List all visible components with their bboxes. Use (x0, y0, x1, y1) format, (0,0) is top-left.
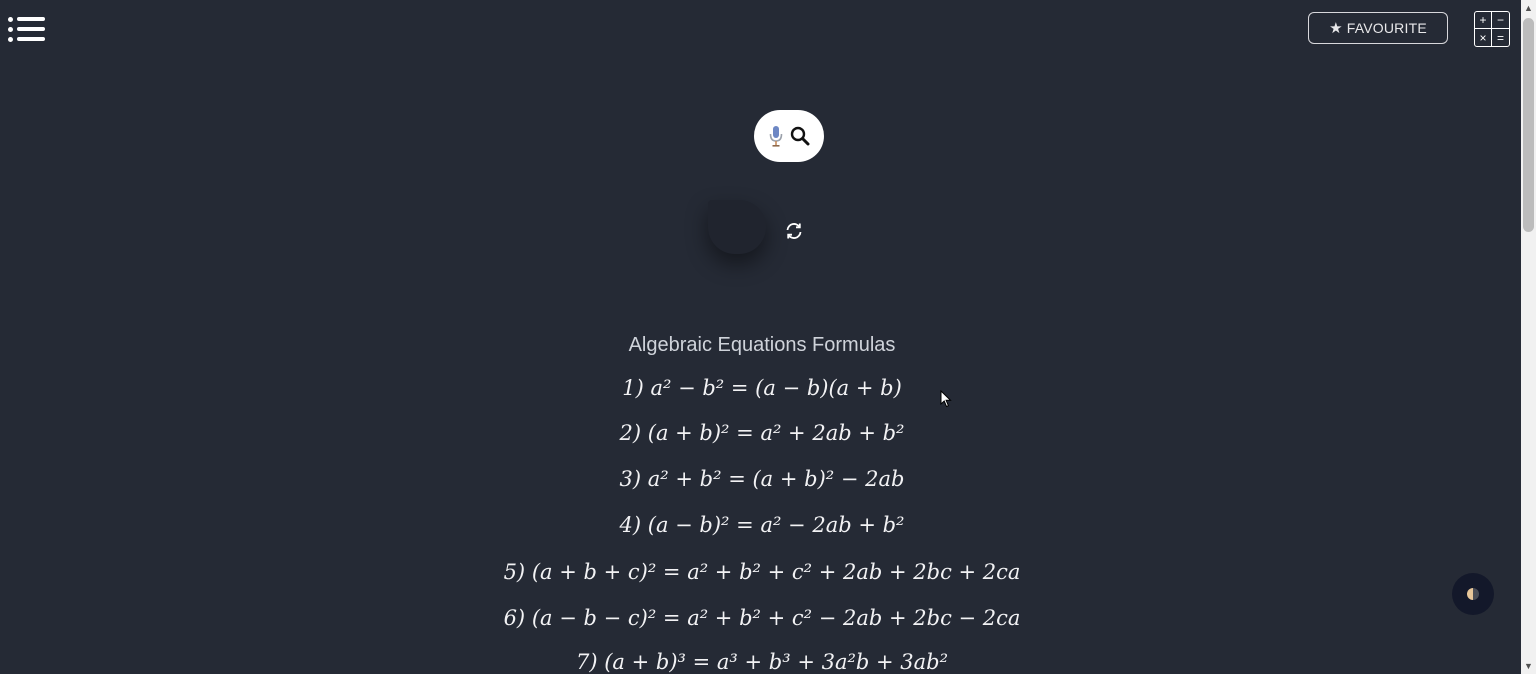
voice-search-pill[interactable] (754, 110, 824, 162)
formula-number: 4) (619, 513, 642, 537)
formula-lhs: (a − b)² (647, 513, 730, 537)
scroll-up-arrow-icon[interactable]: ▲ (1521, 0, 1536, 16)
half-moon-icon (1467, 588, 1479, 600)
favourite-button[interactable]: ★ FAVOURITE (1308, 12, 1448, 44)
formula-number: 1) (622, 376, 644, 400)
formula-rhs: = (a + b)² − 2ab (728, 467, 905, 491)
page-title: Algebraic Equations Formulas (628, 334, 896, 356)
scrollbar-thumb[interactable] (1523, 18, 1534, 232)
theme-toggle-button[interactable] (1452, 573, 1494, 615)
formula-3: 3) a² + b² = (a + b)² − 2ab (0, 467, 1524, 491)
formula-lhs: a² + b² (647, 467, 722, 491)
scroll-down-arrow-icon[interactable]: ▼ (1521, 658, 1536, 674)
equals-symbol: = (1496, 30, 1504, 45)
formula-number: 6) (503, 606, 526, 630)
formula-number: 2) (619, 421, 642, 445)
formula-number: 3) (619, 467, 642, 491)
formula-4: 4) (a − b)² = a² − 2ab + b² (0, 513, 1524, 537)
formula-5: 5) (a + b + c)² = a² + b² + c² + 2ab + 2… (0, 560, 1524, 584)
formula-number: 5) (503, 560, 526, 584)
formula-lhs: a² − b² (650, 376, 725, 400)
microphone-icon[interactable] (768, 124, 784, 148)
formula-7: 7) (a + b)³ = a³ + b³ + 3a²b + 3ab² (0, 650, 1524, 674)
formula-lhs: (a + b)² (647, 421, 730, 445)
favourite-label: FAVOURITE (1346, 20, 1427, 36)
times-symbol: × (1475, 29, 1492, 46)
refresh-icon[interactable] (784, 221, 804, 241)
formula-1: 1) a² − b² = (a − b)(a + b) (0, 376, 1524, 400)
formula-rhs: = a³ + b³ + 3a²b + 3ab² (692, 650, 949, 674)
star-icon: ★ (1329, 20, 1343, 37)
loader-shape (708, 200, 766, 254)
hamburger-menu-icon[interactable] (8, 16, 46, 48)
formula-2: 2) (a + b)² = a² + 2ab + b² (0, 421, 1524, 445)
mouse-cursor-icon (940, 390, 952, 408)
formula-rhs: = a² − 2ab + b² (736, 513, 905, 537)
formula-6: 6) (a − b − c)² = a² + b² + c² − 2ab + 2… (0, 606, 1524, 630)
formula-rhs: = (a − b)(a + b) (730, 376, 902, 400)
formula-rhs: = a² + b² + c² + 2ab + 2bc + 2ca (662, 560, 1021, 584)
formula-lhs: (a − b − c)² (531, 606, 657, 630)
minus-symbol: − (1492, 12, 1509, 29)
calculator-icon[interactable]: + − × = (1474, 11, 1510, 47)
formula-number: 7) (575, 650, 598, 674)
formula-rhs: = a² + b² + c² − 2ab + 2bc − 2ca (662, 606, 1021, 630)
formula-rhs: = a² + 2ab + b² (736, 421, 905, 445)
formula-lhs: (a + b)³ (604, 650, 686, 674)
plus-symbol: + (1475, 12, 1492, 29)
search-icon[interactable] (790, 126, 810, 146)
formula-lhs: (a + b + c)² (531, 560, 657, 584)
vertical-scrollbar[interactable]: ▲ ▼ (1521, 0, 1536, 674)
